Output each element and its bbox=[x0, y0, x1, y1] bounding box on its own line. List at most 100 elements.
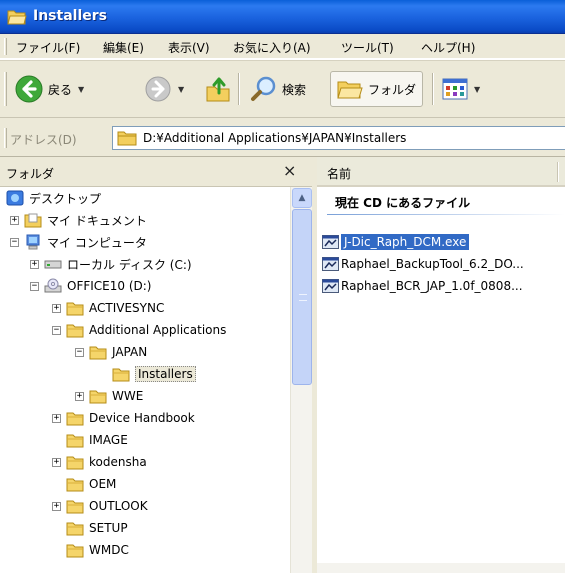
installer-exe-icon bbox=[322, 235, 339, 249]
views-icon bbox=[442, 78, 468, 100]
folder-icon bbox=[66, 522, 84, 536]
search-button[interactable]: 検索 bbox=[250, 71, 306, 107]
file-item[interactable]: Raphael_BackupTool_6.2_DO... bbox=[322, 254, 524, 274]
my-computer-icon bbox=[26, 234, 40, 250]
file-list-hscrollbar[interactable] bbox=[317, 563, 565, 573]
tree-item[interactable]: Installers bbox=[98, 363, 196, 385]
folder-icon bbox=[89, 390, 107, 404]
menu-file[interactable]: ファイル(F) bbox=[16, 39, 80, 56]
address-bar: アドレス(D) D:¥Additional Applications¥JAPAN… bbox=[0, 118, 565, 157]
tree-item[interactable]: + OUTLOOK bbox=[52, 495, 148, 517]
tree-item-label: マイ コンピュータ bbox=[47, 235, 147, 250]
collapse-icon[interactable]: − bbox=[30, 281, 39, 291]
folder-icon bbox=[66, 456, 84, 470]
file-name: Raphael_BackupTool_6.2_DO... bbox=[341, 257, 524, 271]
address-grip[interactable] bbox=[4, 128, 7, 148]
installer-exe-icon bbox=[322, 257, 339, 271]
tree-item[interactable]: − OFFICE10 (D:) bbox=[30, 275, 151, 297]
window-title: Installers bbox=[33, 8, 107, 24]
standard-toolbar: 戻る ▼ ▼ 検索 フォルダ ▼ bbox=[0, 60, 565, 118]
tree-item[interactable]: SETUP bbox=[52, 517, 128, 539]
collapse-icon[interactable]: − bbox=[10, 237, 19, 247]
group-title: 現在 CD にあるファイル bbox=[335, 196, 471, 210]
tree-item[interactable]: IMAGE bbox=[52, 429, 128, 451]
expand-icon[interactable]: + bbox=[52, 457, 61, 467]
up-folder-button[interactable] bbox=[205, 71, 231, 107]
folders-pane-title: フォルダ bbox=[6, 167, 55, 181]
title-bar[interactable]: Installers bbox=[0, 0, 565, 34]
toolbar-separator bbox=[238, 73, 240, 105]
desktop-icon bbox=[6, 190, 24, 206]
tree-item-label: SETUP bbox=[89, 521, 128, 535]
tree-item[interactable]: + ローカル ディスク (C:) bbox=[30, 253, 192, 275]
tree-item-label: kodensha bbox=[89, 455, 147, 469]
address-input[interactable]: D:¥Additional Applications¥JAPAN¥Install… bbox=[112, 126, 565, 150]
address-path: D:¥Additional Applications¥JAPAN¥Install… bbox=[143, 131, 407, 145]
menu-edit[interactable]: 編集(E) bbox=[103, 39, 144, 56]
back-dropdown-icon[interactable]: ▼ bbox=[78, 85, 84, 94]
file-item[interactable]: Raphael_BCR_JAP_1.0f_0808... bbox=[322, 276, 523, 296]
tree-item[interactable]: + ACTIVESYNC bbox=[52, 297, 164, 319]
collapse-icon[interactable]: − bbox=[75, 347, 84, 357]
tree-item[interactable]: OEM bbox=[52, 473, 116, 495]
forward-button[interactable]: ▼ bbox=[144, 71, 184, 107]
tree-item[interactable]: − マイ コンピュータ bbox=[10, 231, 147, 253]
folder-icon bbox=[66, 302, 84, 316]
scrollbar-thumb[interactable] bbox=[292, 209, 312, 385]
expand-icon[interactable]: + bbox=[52, 501, 61, 511]
tree-item-label: OEM bbox=[89, 477, 117, 491]
toolbar-grip[interactable] bbox=[4, 72, 7, 106]
folder-icon bbox=[89, 346, 107, 360]
folder-icon bbox=[66, 478, 84, 492]
file-name: J-Dic_Raph_DCM.exe bbox=[341, 234, 470, 250]
expand-icon[interactable]: + bbox=[75, 391, 84, 401]
tree-item[interactable]: + WWE bbox=[75, 385, 143, 407]
up-folder-icon bbox=[206, 77, 230, 102]
menu-view[interactable]: 表示(V) bbox=[168, 39, 210, 56]
menu-help[interactable]: ヘルプ(H) bbox=[421, 39, 475, 56]
file-list: 現在 CD にあるファイル J-Dic_Raph_DCM.exe Raphael_… bbox=[317, 187, 565, 573]
folder-icon bbox=[66, 544, 84, 558]
tree-item[interactable]: + kodensha bbox=[52, 451, 147, 473]
tree-item-label: マイ ドキュメント bbox=[47, 213, 147, 228]
folder-icon bbox=[112, 368, 130, 382]
tree-item[interactable]: − JAPAN bbox=[75, 341, 147, 363]
views-button[interactable]: ▼ bbox=[442, 71, 480, 107]
forward-dropdown-icon[interactable]: ▼ bbox=[178, 85, 184, 94]
tree-item-label: WWE bbox=[112, 389, 144, 403]
back-arrow-icon bbox=[15, 75, 43, 103]
menu-favorites[interactable]: お気に入り(A) bbox=[233, 39, 311, 56]
expand-icon[interactable]: + bbox=[52, 303, 61, 313]
menu-tools[interactable]: ツール(T) bbox=[341, 39, 394, 56]
views-dropdown-icon[interactable]: ▼ bbox=[474, 85, 480, 94]
tree-item[interactable]: デスクトップ bbox=[6, 187, 101, 209]
tree-item-label: Additional Applications bbox=[89, 323, 227, 337]
tree-item[interactable]: − Additional Applications bbox=[52, 319, 226, 341]
menu-grip[interactable] bbox=[4, 38, 7, 55]
tree-item[interactable]: + マイ ドキュメント bbox=[10, 209, 147, 231]
folders-button[interactable]: フォルダ bbox=[330, 71, 424, 107]
close-icon[interactable]: × bbox=[283, 161, 296, 180]
expand-icon[interactable]: + bbox=[10, 215, 19, 225]
tree-item[interactable]: + Device Handbook bbox=[52, 407, 195, 429]
column-name-header[interactable]: 名前 bbox=[327, 165, 351, 182]
tree-item-label: OFFICE10 (D:) bbox=[67, 279, 152, 293]
tree-scrollbar[interactable]: ▲ bbox=[290, 187, 312, 573]
tree-item-label: ACTIVESYNC bbox=[89, 301, 165, 315]
address-label: アドレス(D) bbox=[10, 133, 77, 147]
scroll-up-icon[interactable]: ▲ bbox=[292, 188, 312, 208]
back-button[interactable]: 戻る ▼ bbox=[14, 71, 84, 107]
file-item[interactable]: J-Dic_Raph_DCM.exe bbox=[322, 232, 470, 252]
expand-icon[interactable]: + bbox=[52, 413, 61, 423]
expand-icon[interactable]: + bbox=[30, 259, 39, 269]
collapse-icon[interactable]: − bbox=[52, 325, 61, 335]
tree-item-label: OUTLOOK bbox=[89, 499, 148, 513]
folder-icon bbox=[66, 412, 84, 426]
menu-bar: ファイル(F) 編集(E) 表示(V) お気に入り(A) ツール(T) ヘルプ(… bbox=[0, 34, 565, 59]
toolbar-separator bbox=[432, 73, 434, 105]
column-divider[interactable] bbox=[557, 162, 559, 182]
tree-item-label: IMAGE bbox=[89, 433, 128, 447]
group-divider bbox=[327, 214, 565, 215]
search-icon bbox=[251, 76, 276, 101]
tree-item[interactable]: WMDC bbox=[52, 539, 129, 561]
